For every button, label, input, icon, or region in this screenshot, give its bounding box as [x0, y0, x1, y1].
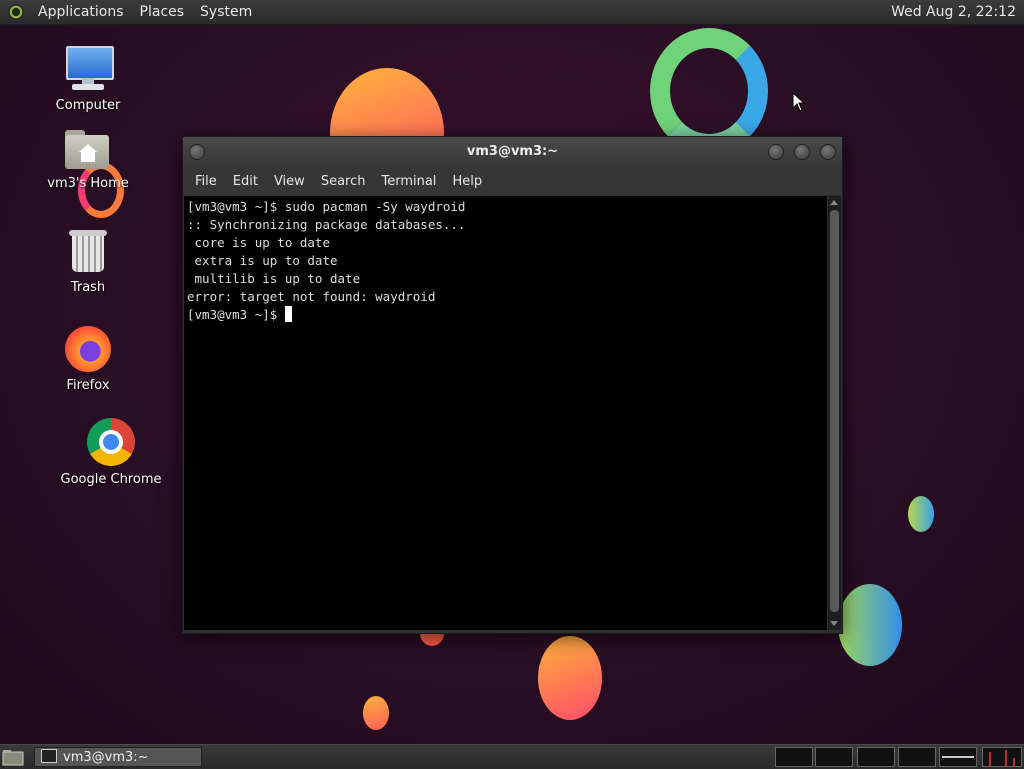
menu-edit[interactable]: Edit: [225, 174, 266, 189]
terminal-line: [vm3@vm3 ~]$ sudo pacman -Sy waydroid: [187, 199, 466, 214]
taskbar-item-terminal[interactable]: vm3@vm3:~: [34, 747, 202, 767]
workspace-2[interactable]: [815, 747, 853, 767]
terminal-output[interactable]: [vm3@vm3 ~]$ sudo pacman -Sy waydroid:: …: [184, 196, 827, 630]
home-folder-icon: [65, 130, 111, 170]
minimize-button[interactable]: [768, 144, 784, 160]
window-menu-icon[interactable]: [189, 144, 205, 160]
top-panel: Applications Places System Wed Aug 2, 22…: [0, 0, 1024, 25]
chrome-icon: [87, 418, 135, 466]
menu-applications[interactable]: Applications: [30, 0, 132, 24]
workspace-3[interactable]: [857, 747, 895, 767]
menu-terminal[interactable]: Terminal: [373, 174, 444, 189]
desktop-icon-label: vm3's Home: [47, 176, 129, 191]
decor-small-orange: [363, 696, 389, 730]
terminal-icon: [41, 749, 57, 763]
terminal-prompt: [vm3@vm3 ~]$: [187, 307, 285, 322]
workspace-4[interactable]: [898, 747, 936, 767]
terminal-line: core is up to date: [187, 235, 330, 250]
close-button[interactable]: [820, 144, 836, 160]
bottom-panel: vm3@vm3:~: [0, 744, 1024, 769]
decor-blue-oval: [908, 496, 934, 532]
scroll-down-arrow-icon[interactable]: [830, 621, 838, 626]
menu-search[interactable]: Search: [313, 174, 374, 189]
desktop-icon-firefox[interactable]: Firefox: [33, 326, 143, 393]
menu-system[interactable]: System: [192, 0, 260, 24]
window-titlebar[interactable]: vm3@vm3:~: [183, 137, 842, 167]
workspace-1[interactable]: [775, 747, 813, 767]
desktop-icon-label: Google Chrome: [60, 472, 162, 487]
mouse-pointer-icon: [792, 92, 806, 112]
menu-file[interactable]: File: [187, 174, 225, 189]
menu-help[interactable]: Help: [444, 174, 490, 189]
firefox-icon: [65, 326, 111, 372]
trash-icon: [69, 230, 107, 274]
terminal-scrollbar[interactable]: [828, 196, 841, 630]
distro-logo-icon[interactable]: [8, 4, 24, 20]
scroll-up-arrow-icon[interactable]: [830, 200, 838, 205]
terminal-line: :: Synchronizing package databases...: [187, 217, 466, 232]
workspace-5[interactable]: [939, 747, 977, 767]
terminal-prompt-line: [vm3@vm3 ~]$: [187, 306, 827, 324]
menu-places[interactable]: Places: [132, 0, 193, 24]
clock[interactable]: Wed Aug 2, 22:12: [891, 4, 1024, 20]
window-title: vm3@vm3:~: [466, 144, 559, 159]
desktop-icon-label: Trash: [70, 280, 106, 295]
text-cursor: [284, 306, 292, 322]
taskbar-item-label: vm3@vm3:~: [63, 750, 149, 765]
desktop-icon-chrome[interactable]: Google Chrome: [56, 418, 166, 487]
terminal-line: multilib is up to date: [187, 271, 361, 286]
desktop-icon-trash[interactable]: Trash: [33, 230, 143, 295]
desktop-icon-computer[interactable]: Computer: [33, 46, 143, 113]
terminal-line: error: target not found: waydroid: [187, 289, 436, 304]
desktop-icon-label: Firefox: [66, 378, 110, 393]
desktop-icon-label: Computer: [55, 98, 121, 113]
decor-large-oval: [838, 584, 902, 666]
terminal-line: extra is up to date: [187, 253, 338, 268]
computer-icon: [64, 46, 114, 92]
decor-orange-oval: [538, 636, 602, 720]
menu-view[interactable]: View: [266, 174, 313, 189]
desktop-icon-home[interactable]: vm3's Home: [33, 130, 143, 191]
scrollbar-thumb[interactable]: [830, 210, 839, 612]
terminal-window[interactable]: vm3@vm3:~ File Edit View Search Terminal…: [182, 136, 843, 634]
show-desktop-icon[interactable]: [2, 748, 24, 766]
terminal-menubar: File Edit View Search Terminal Help: [183, 167, 842, 195]
maximize-button[interactable]: [794, 144, 810, 160]
system-monitor[interactable]: [982, 747, 1022, 767]
